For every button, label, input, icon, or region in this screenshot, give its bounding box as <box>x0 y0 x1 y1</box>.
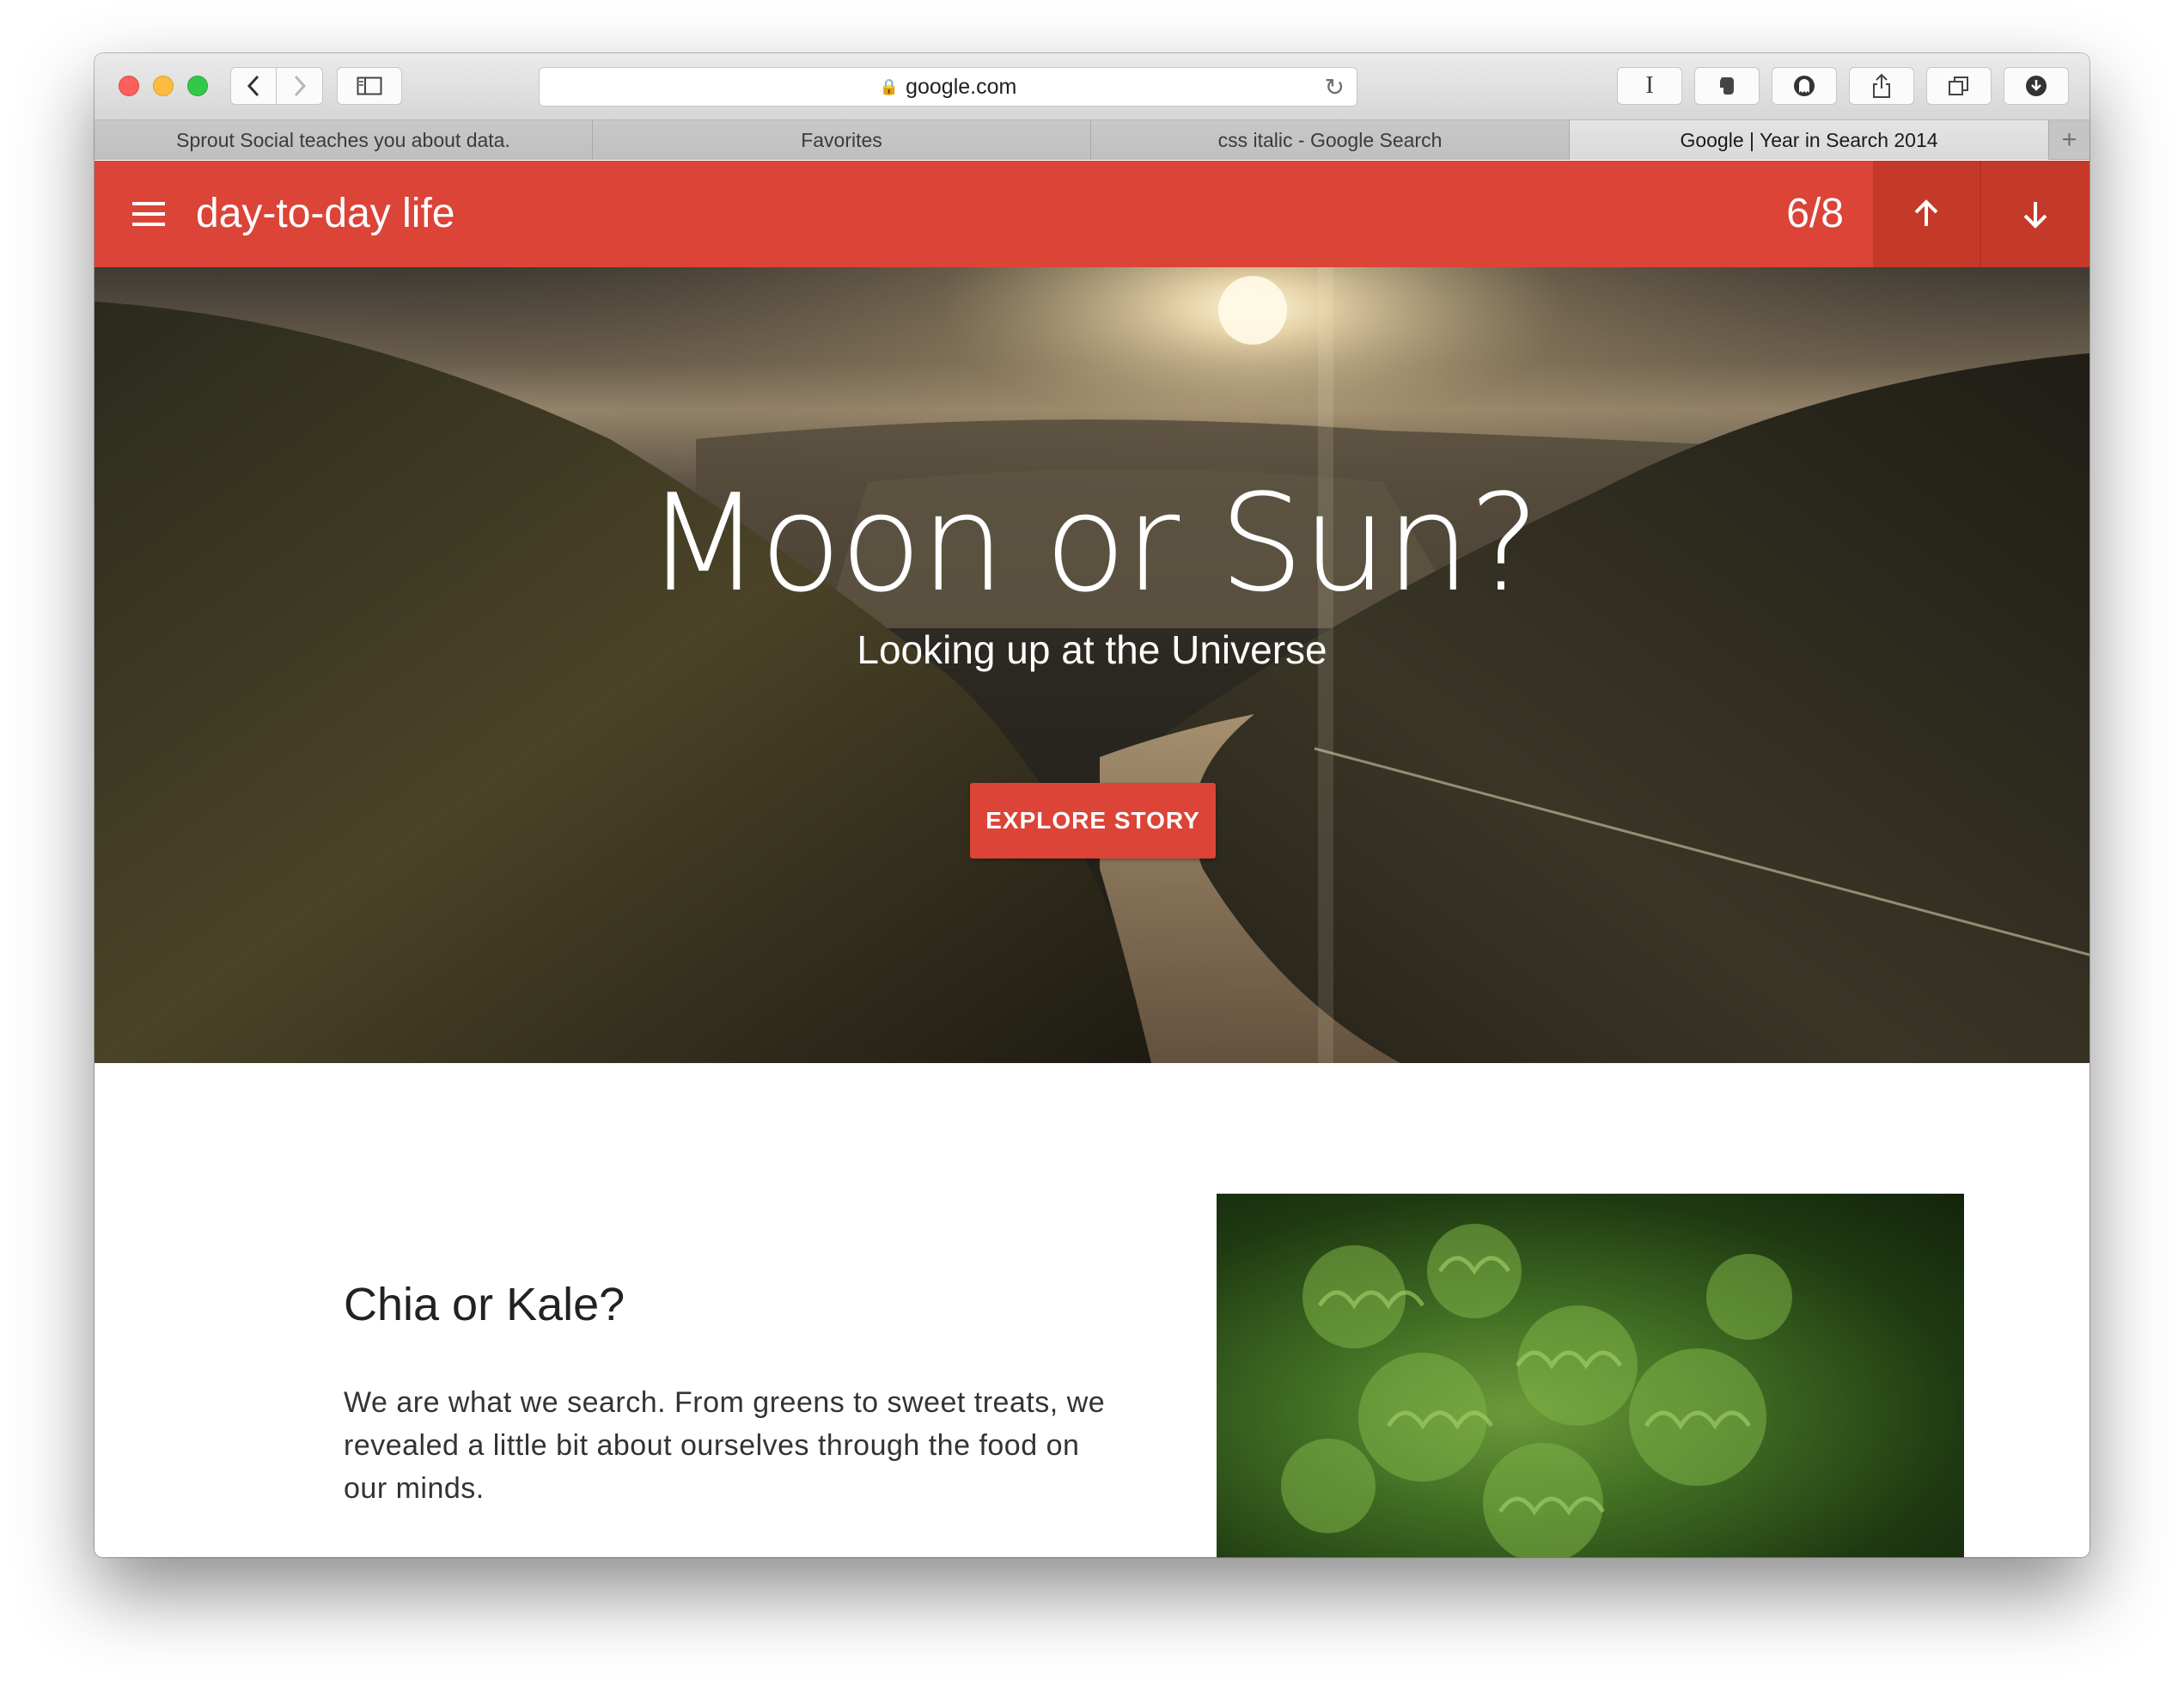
new-tab-button[interactable]: + <box>2049 120 2089 159</box>
sidebar-icon <box>357 76 382 95</box>
tab-bar: Sprout Social teaches you about data. Fa… <box>95 120 2089 160</box>
hero-banner: Moon or Sun? Looking up at the Universe … <box>95 267 2089 1063</box>
previous-story-button[interactable] <box>1873 161 1981 267</box>
downloads-button[interactable] <box>2004 67 2069 105</box>
minimize-window-button[interactable] <box>153 76 174 96</box>
tab-favorites[interactable]: Favorites <box>593 120 1091 160</box>
ghost-icon <box>1794 76 1815 96</box>
tabs-icon <box>1949 76 1968 95</box>
back-button[interactable] <box>230 67 277 105</box>
url-text: google.com <box>906 74 1017 99</box>
hero-title: Moon or Sun? <box>645 465 1540 621</box>
evernote-button[interactable] <box>1694 67 1760 105</box>
tab-sprout-social[interactable]: Sprout Social teaches you about data. <box>95 120 593 160</box>
section-body: We are what we search. From greens to sw… <box>344 1386 1106 1505</box>
arrow-up-icon <box>1914 199 1938 226</box>
tab-css-italic[interactable]: css italic - Google Search <box>1091 120 1570 160</box>
content-section: Chia or Kale? We are what we search. Fro… <box>95 1063 2089 1557</box>
reader-button[interactable]: I <box>1617 67 1682 105</box>
plus-icon: + <box>2061 125 2077 154</box>
chevron-left-icon <box>247 75 259 97</box>
lock-icon: 🔒 <box>879 77 900 95</box>
evernote-icon <box>1720 77 1734 95</box>
browser-toolbar: 🔒 google.com ↻ I <box>95 53 2089 120</box>
kale-image <box>1217 1194 1964 1557</box>
next-story-button[interactable] <box>1981 161 2089 267</box>
section-title: day-to-day life <box>196 191 455 236</box>
address-bar[interactable]: 🔒 google.com ↻ <box>539 67 1357 107</box>
menu-icon[interactable] <box>132 202 165 226</box>
share-icon <box>1873 73 1890 98</box>
sidebar-button[interactable] <box>337 67 402 105</box>
tabs-overview-button[interactable] <box>1926 67 1992 105</box>
share-button[interactable] <box>1849 67 1914 105</box>
ghostery-button[interactable] <box>1772 67 1837 105</box>
reload-icon[interactable]: ↻ <box>1325 73 1345 101</box>
browser-window: 🔒 google.com ↻ I Sprout Social teaches y… <box>95 53 2089 1557</box>
story-counter: 6/8 <box>1786 191 1844 236</box>
arrow-down-icon <box>2023 202 2047 229</box>
forward-button[interactable] <box>277 67 323 105</box>
text-cursor-icon: I <box>1645 72 1654 99</box>
download-icon <box>2026 76 2047 96</box>
chevron-right-icon <box>294 75 306 97</box>
tab-year-in-search[interactable]: Google | Year in Search 2014 <box>1570 120 2049 160</box>
app-bar: day-to-day life 6/8 <box>95 161 2089 267</box>
maximize-window-button[interactable] <box>187 76 208 96</box>
explore-story-button[interactable]: EXPLORE STORY <box>970 783 1216 859</box>
hero-subtitle: Looking up at the Universe <box>857 627 1327 672</box>
navigation-buttons <box>230 67 323 105</box>
close-window-button[interactable] <box>119 76 139 96</box>
section-heading: Chia or Kale? <box>344 1279 625 1330</box>
